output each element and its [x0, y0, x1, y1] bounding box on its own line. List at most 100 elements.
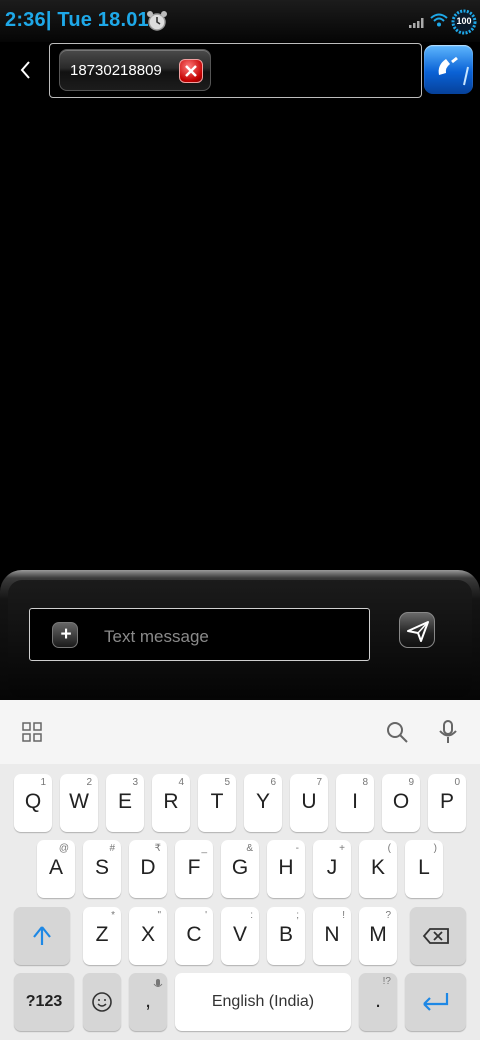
key-hint: ?	[385, 910, 391, 921]
key-label: U	[301, 790, 317, 813]
symbols-key[interactable]: ?123	[14, 973, 74, 1031]
key-o[interactable]: O9	[382, 774, 420, 832]
key-j[interactable]: J +	[313, 840, 351, 898]
key-label: .	[375, 989, 381, 1012]
key-c[interactable]: C '	[175, 907, 213, 965]
key-hint: 0	[454, 777, 460, 788]
key-hint: +	[339, 843, 345, 854]
key-label: B	[278, 923, 293, 946]
key-label: P	[439, 790, 454, 813]
key-q[interactable]: Q1	[14, 774, 52, 832]
key-hint: 6	[270, 777, 276, 788]
wifi-icon	[430, 13, 448, 27]
key-t[interactable]: T5	[198, 774, 236, 832]
key-label: X	[140, 923, 155, 946]
recipient-number: 18730218809	[70, 62, 162, 79]
key-u[interactable]: U7	[290, 774, 328, 832]
backspace-key[interactable]	[410, 907, 466, 965]
key-hint: *	[111, 910, 115, 921]
key-label: C	[186, 923, 202, 946]
call-button[interactable]	[424, 45, 473, 94]
key-hint: :	[250, 910, 253, 921]
enter-icon	[423, 993, 449, 1011]
key-label: Y	[255, 790, 270, 813]
key-hint: -	[295, 843, 299, 854]
backspace-icon	[422, 928, 449, 944]
key-b[interactable]: B;	[267, 907, 305, 965]
comma-key[interactable]: ,	[129, 973, 167, 1031]
space-key-label: English (India)	[211, 993, 315, 1010]
key-y[interactable]: Y6	[244, 774, 282, 832]
key-f[interactable]: F _	[175, 840, 213, 898]
recipient-chip[interactable]: 18730218809	[59, 49, 211, 91]
shift-arrow-icon	[33, 926, 51, 945]
key-hint: (	[387, 843, 391, 854]
key-i[interactable]: I8	[336, 774, 374, 832]
key-d[interactable]: D ₹	[129, 840, 167, 898]
key-hint: "	[157, 910, 161, 921]
key-hint: 4	[178, 777, 184, 788]
search-icon[interactable]	[385, 720, 409, 744]
shift-key[interactable]	[14, 907, 70, 965]
enter-key[interactable]	[405, 973, 466, 1031]
emoji-key[interactable]	[83, 973, 121, 1031]
key-hint: @	[58, 843, 69, 854]
key-label: K	[370, 856, 385, 879]
key-label: Z	[95, 923, 109, 946]
key-v[interactable]: V:	[221, 907, 259, 965]
key-label: H	[278, 856, 294, 879]
key-label: Q	[24, 790, 42, 813]
key-l[interactable]: L)	[405, 840, 443, 898]
key-n[interactable]: N!	[313, 907, 351, 965]
key-hint: 2	[86, 777, 92, 788]
key-a[interactable]: A @	[37, 840, 75, 898]
back-arrow-icon[interactable]	[14, 56, 38, 84]
symbols-key-label: ?123	[25, 993, 63, 1010]
attach-button[interactable]: +	[52, 622, 78, 648]
key-label: ,	[145, 989, 151, 1012]
status-bar: 2:36| Tue 18.01 100	[0, 0, 480, 42]
key-k[interactable]: K(	[359, 840, 397, 898]
key-label: I	[352, 790, 358, 813]
key-w[interactable]: W2	[60, 774, 98, 832]
send-button[interactable]	[399, 612, 435, 648]
key-label: W	[69, 790, 89, 813]
key-label: N	[324, 923, 340, 946]
key-z[interactable]: Z *	[83, 907, 121, 965]
key-p[interactable]: P0	[428, 774, 466, 832]
microphone-icon[interactable]	[438, 720, 458, 744]
key-hint: 1	[40, 777, 46, 788]
key-hint: 7	[316, 777, 322, 788]
key-hint: !	[342, 910, 345, 921]
key-hint: #	[109, 843, 115, 854]
phone-icon	[438, 56, 469, 86]
key-s[interactable]: S #	[83, 840, 121, 898]
key-label: S	[94, 856, 109, 879]
remove-recipient-icon[interactable]	[179, 59, 203, 83]
apps-grid-icon[interactable]	[22, 722, 42, 742]
key-e[interactable]: E3	[106, 774, 144, 832]
space-key[interactable]: English (India)	[175, 973, 351, 1031]
period-key[interactable]: .!?	[359, 973, 397, 1031]
key-hint: !?	[382, 976, 391, 987]
key-h[interactable]: H-	[267, 840, 305, 898]
key-label: F	[187, 856, 201, 879]
key-x[interactable]: X "	[129, 907, 167, 965]
key-g[interactable]: G &	[221, 840, 259, 898]
recipient-field[interactable]: 18730218809	[49, 43, 422, 98]
message-input[interactable]: + Text message	[29, 608, 370, 661]
key-m[interactable]: M?	[359, 907, 397, 965]
key-r[interactable]: R4	[152, 774, 190, 832]
key-label: G	[231, 856, 249, 879]
key-hint: 8	[362, 777, 368, 788]
key-label: D	[140, 856, 156, 879]
key-label: J	[326, 856, 338, 879]
key-label: M	[369, 923, 387, 946]
key-label: A	[48, 856, 63, 879]
key-label: R	[163, 790, 179, 813]
key-label: O	[392, 790, 410, 813]
plus-icon: +	[60, 624, 72, 645]
battery-level: 100	[456, 16, 472, 26]
signal-icon	[409, 18, 424, 28]
mic-hint-icon	[153, 979, 163, 987]
